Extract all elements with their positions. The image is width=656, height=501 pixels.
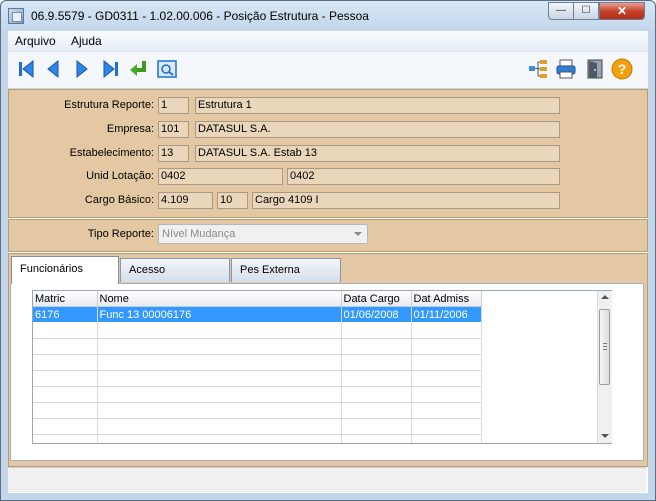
grid-vertical-scrollbar[interactable] xyxy=(597,291,612,443)
tab-acesso-label: Acesso xyxy=(129,264,166,276)
menu-bar: Arquivo Ajuda xyxy=(8,31,648,51)
print-icon[interactable] xyxy=(555,58,577,80)
table-row[interactable] xyxy=(33,322,482,339)
client-area: Arquivo Ajuda ? Estrutura Reporte: 1 Est… xyxy=(8,31,648,493)
tab-pes-externa-label: Pes Externa xyxy=(240,264,300,276)
cell-matric[interactable]: 6176 xyxy=(33,306,98,323)
estabelecimento-label: Estabelecimento: xyxy=(69,147,154,159)
unid-lotacao-desc: 0402 xyxy=(287,168,560,185)
table-row[interactable] xyxy=(33,370,482,387)
cargo-basico-nivel[interactable]: 10 xyxy=(217,192,248,209)
table-row[interactable] xyxy=(33,386,482,403)
scroll-up-icon[interactable] xyxy=(601,295,609,299)
app-icon[interactable] xyxy=(8,8,24,24)
table-row[interactable] xyxy=(33,338,482,355)
menu-ajuda[interactable]: Ajuda xyxy=(71,34,102,48)
empresa-desc: DATASUL S.A. xyxy=(195,121,560,138)
menu-ajuda-label: Ajuda xyxy=(71,34,102,48)
estrutura-reporte-desc: Estrutura 1 xyxy=(195,97,560,114)
menu-arquivo-label: Arquivo xyxy=(15,34,56,48)
column-dat-admiss[interactable]: Dat Admiss xyxy=(411,291,482,307)
tab-pes-externa[interactable]: Pes Externa xyxy=(231,258,341,282)
app-window: 06.9.5579 - GD0311 - 1.02.00.006 - Posiç… xyxy=(0,0,656,501)
hierarchy-tree-icon[interactable] xyxy=(527,58,549,80)
scroll-thumb[interactable] xyxy=(599,309,610,385)
employees-grid[interactable]: Matric Nome Data Cargo Dat Admiss 6176 F… xyxy=(32,290,612,444)
last-record-icon[interactable] xyxy=(100,58,122,80)
tipo-reporte-select[interactable]: Nível Mudança xyxy=(158,224,368,244)
column-data-cargo[interactable]: Data Cargo xyxy=(341,291,412,307)
svg-text:?: ? xyxy=(618,61,627,77)
cargo-basico-code[interactable]: 4.109 xyxy=(158,192,213,209)
help-question-icon[interactable]: ? xyxy=(611,58,633,80)
tipo-reporte-value: Nível Mudança xyxy=(162,228,236,240)
zoom-search-icon[interactable] xyxy=(156,58,178,80)
cargo-basico-desc: Cargo 4109 I xyxy=(252,192,560,209)
table-row[interactable] xyxy=(33,418,482,435)
unid-lotacao-code[interactable]: 0402 xyxy=(158,168,283,185)
scroll-down-icon[interactable] xyxy=(601,434,609,438)
estabelecimento-code[interactable]: 13 xyxy=(158,145,189,162)
exit-door-icon[interactable] xyxy=(584,58,606,80)
cell-nome[interactable]: Func 13 00006176 xyxy=(97,306,342,323)
next-record-icon[interactable] xyxy=(71,58,93,80)
table-row[interactable] xyxy=(33,354,482,371)
title-bar[interactable]: 06.9.5579 - GD0311 - 1.02.00.006 - Posiç… xyxy=(1,1,655,31)
column-nome[interactable]: Nome xyxy=(97,291,342,307)
cell-data-cargo[interactable]: 01/06/2008 xyxy=(341,306,412,323)
estrutura-reporte-label: Estrutura Reporte: xyxy=(64,99,154,111)
empresa-code[interactable]: 101 xyxy=(158,121,189,138)
table-row[interactable]: 6176 Func 13 00006176 01/06/2008 01/11/2… xyxy=(33,306,482,323)
minimize-button[interactable]: — xyxy=(548,2,574,20)
tab-funcionarios-label: Funcionários xyxy=(20,263,83,275)
maximize-button[interactable]: ☐ xyxy=(573,2,599,20)
tab-acesso[interactable]: Acesso xyxy=(120,258,230,282)
estrutura-reporte-code[interactable]: 1 xyxy=(158,97,189,114)
chevron-down-icon xyxy=(354,232,362,236)
table-row[interactable] xyxy=(33,402,482,419)
menu-arquivo[interactable]: Arquivo xyxy=(15,34,56,48)
first-record-icon[interactable] xyxy=(15,58,37,80)
tipo-reporte-label: Tipo Reporte: xyxy=(87,228,154,240)
tab-funcionarios[interactable]: Funcionários xyxy=(11,256,119,284)
toolbar: ? xyxy=(8,51,648,89)
estabelecimento-desc: DATASUL S.A. Estab 13 xyxy=(195,145,560,162)
goto-enter-icon[interactable] xyxy=(128,58,150,80)
status-bar xyxy=(8,467,646,492)
table-row[interactable] xyxy=(33,434,482,443)
previous-record-icon[interactable] xyxy=(42,58,64,80)
cargo-basico-label: Cargo Básico: xyxy=(84,194,154,206)
close-button[interactable]: ✕ xyxy=(599,2,645,20)
grid-header-row: Matric Nome Data Cargo Dat Admiss xyxy=(33,291,482,307)
unid-lotacao-label: Unid Lotação: xyxy=(86,170,154,182)
window-title: 06.9.5579 - GD0311 - 1.02.00.006 - Posiç… xyxy=(31,9,369,23)
cell-dat-admiss[interactable]: 01/11/2006 xyxy=(411,306,482,323)
employees-table: Matric Nome Data Cargo Dat Admiss 6176 F… xyxy=(33,291,482,443)
empresa-label: Empresa: xyxy=(106,123,154,135)
column-matric[interactable]: Matric xyxy=(33,291,98,307)
